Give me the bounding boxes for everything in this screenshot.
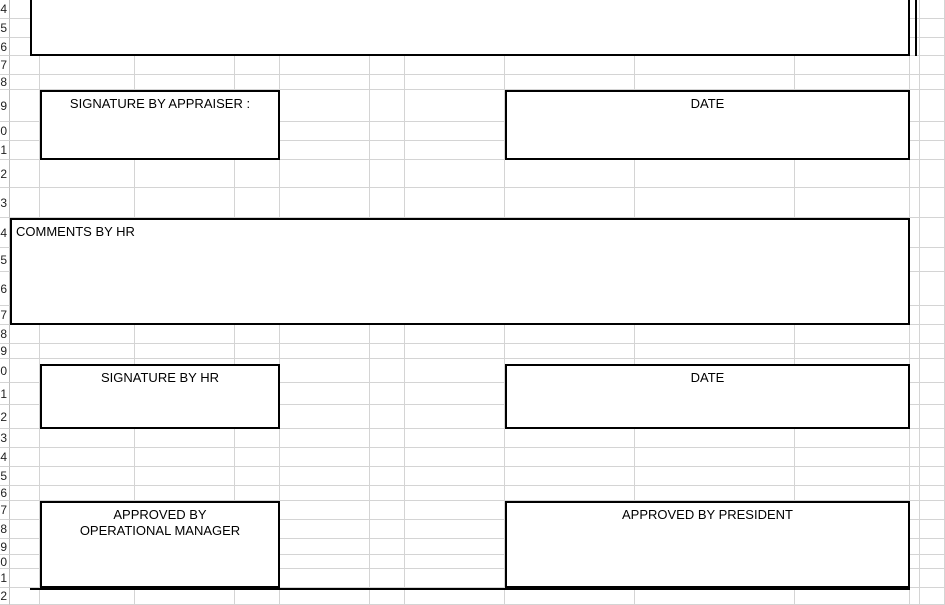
approved-ops-box[interactable]: APPROVED BY OPERATIONAL MANAGER: [40, 501, 280, 588]
row-header[interactable]: 4: [0, 448, 10, 467]
row-header[interactable]: 3: [0, 429, 10, 448]
row-header[interactable]: 2: [0, 588, 10, 605]
signature-appraiser-label: SIGNATURE BY APPRAISER :: [42, 92, 278, 112]
row-header[interactable]: 7: [0, 306, 10, 325]
row-header[interactable]: 0: [0, 555, 10, 569]
right-border-fragment: [915, 0, 917, 56]
row-header[interactable]: 9: [0, 344, 10, 359]
row-header[interactable]: 2: [0, 160, 10, 188]
row-header[interactable]: 0: [0, 359, 10, 383]
row-header[interactable]: 6: [0, 272, 10, 306]
row-header[interactable]: 2: [0, 405, 10, 429]
row-header[interactable]: 8: [0, 325, 10, 344]
row-header[interactable]: 0: [0, 122, 10, 141]
date-hr-box[interactable]: DATE: [505, 364, 910, 429]
approved-president-label: APPROVED BY PRESIDENT: [507, 503, 908, 523]
row-header[interactable]: 6: [0, 486, 10, 501]
row-header[interactable]: 5: [0, 248, 10, 272]
signature-hr-box[interactable]: SIGNATURE BY HR: [40, 364, 280, 429]
comments-hr-label: COMMENTS BY HR: [16, 224, 135, 239]
row-header[interactable]: 1: [0, 383, 10, 405]
date-hr-label: DATE: [507, 366, 908, 386]
row-header[interactable]: 5: [0, 19, 10, 38]
comments-hr-box[interactable]: COMMENTS BY HR: [10, 218, 910, 325]
signature-appraiser-box[interactable]: SIGNATURE BY APPRAISER :: [40, 90, 280, 160]
spreadsheet-grid[interactable]: 4 5 6 7 8 9 0 1 2 3 4 5 6 7 8 9 0 1 2 3 …: [0, 0, 945, 605]
row-header[interactable]: 8: [0, 75, 10, 90]
row-header[interactable]: 6: [0, 38, 10, 56]
row-header[interactable]: 3: [0, 188, 10, 218]
bottom-rule: [30, 588, 910, 590]
approved-president-box[interactable]: APPROVED BY PRESIDENT: [505, 501, 910, 588]
row-header[interactable]: 1: [0, 569, 10, 588]
row-header[interactable]: 7: [0, 501, 10, 520]
top-comment-box[interactable]: [30, 0, 910, 56]
row-header[interactable]: 8: [0, 520, 10, 539]
row-header[interactable]: 9: [0, 90, 10, 122]
date-appraiser-box[interactable]: DATE: [505, 90, 910, 160]
date-appraiser-label: DATE: [507, 92, 908, 112]
row-header[interactable]: 4: [0, 0, 10, 19]
signature-hr-label: SIGNATURE BY HR: [42, 366, 278, 386]
row-header[interactable]: 9: [0, 539, 10, 555]
row-header[interactable]: 4: [0, 218, 10, 248]
approved-ops-label: APPROVED BY OPERATIONAL MANAGER: [42, 503, 278, 540]
row-header[interactable]: 1: [0, 141, 10, 160]
row-header[interactable]: 7: [0, 56, 10, 75]
row-header[interactable]: 5: [0, 467, 10, 486]
